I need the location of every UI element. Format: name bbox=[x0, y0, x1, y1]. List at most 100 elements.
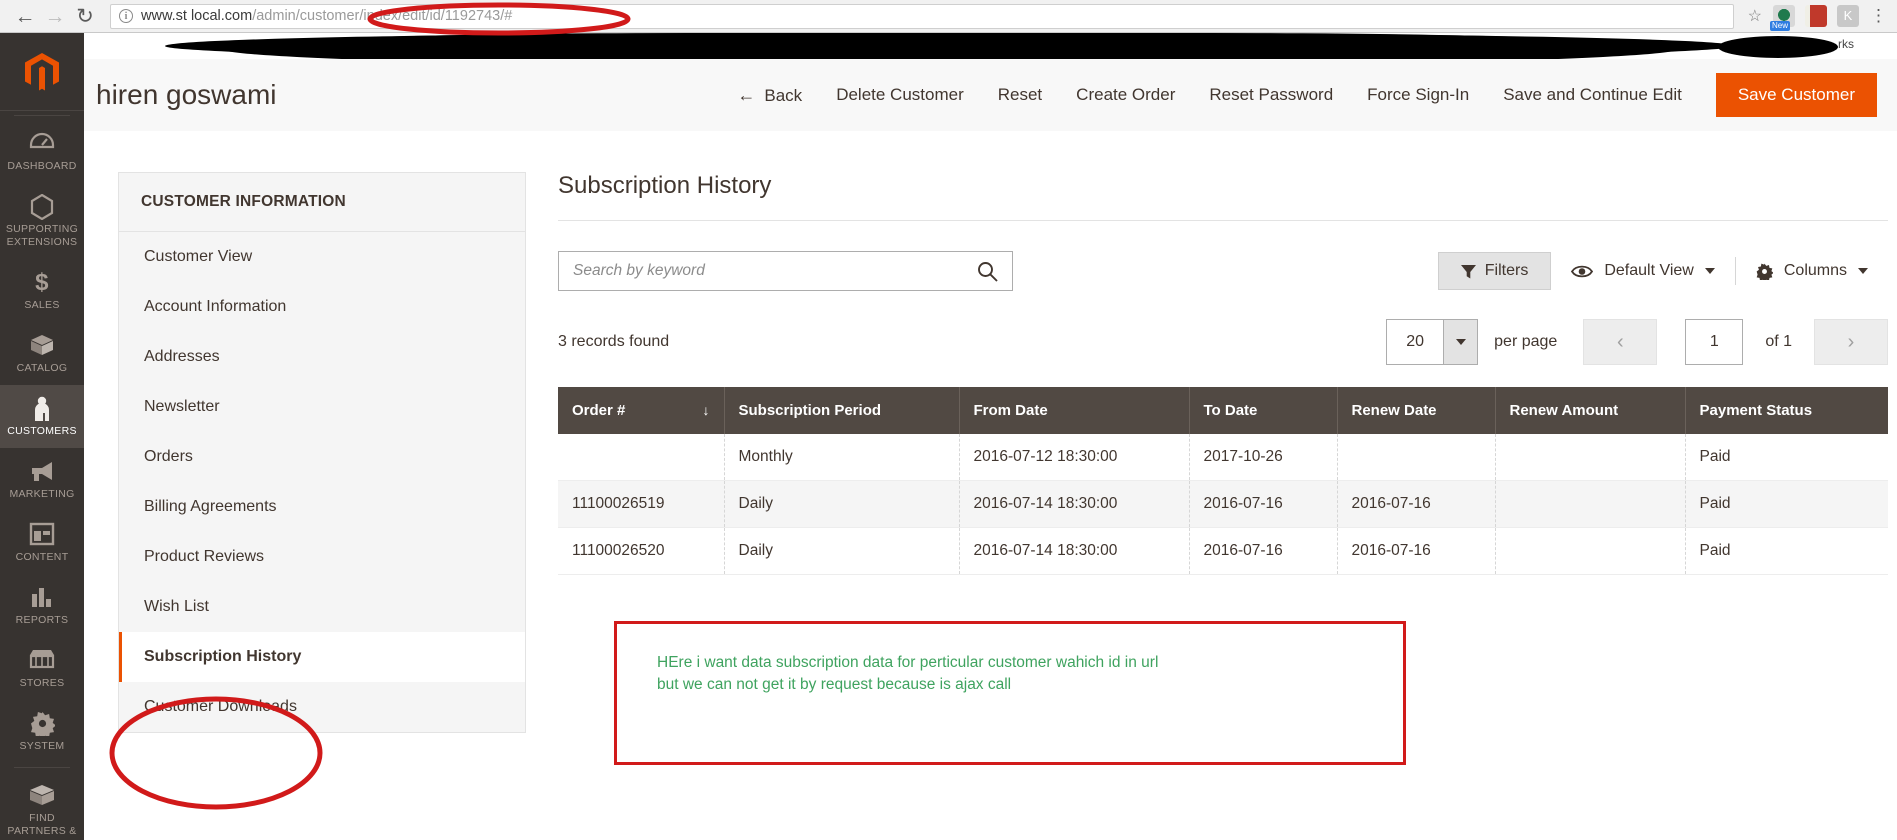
address-bar[interactable]: i www.st local.com/admin/customer/index/… bbox=[110, 3, 1734, 29]
per-page-select[interactable]: 20 bbox=[1386, 319, 1479, 365]
next-page-button[interactable]: › bbox=[1814, 319, 1888, 365]
sidebar-label: REPORTS bbox=[15, 614, 69, 626]
delete-customer-button[interactable]: Delete Customer bbox=[836, 85, 964, 105]
search-icon[interactable] bbox=[977, 261, 998, 282]
extension-icon-camera[interactable]: New bbox=[1770, 5, 1795, 31]
rail-divider-bottom bbox=[14, 767, 70, 768]
column-header-renew-date[interactable]: Renew Date bbox=[1337, 387, 1496, 434]
extension-icon-k[interactable]: K bbox=[1837, 5, 1859, 27]
sidebar-item-sales[interactable]: $ SALES bbox=[0, 259, 84, 322]
grid-toolbar-right: Filters Default View Columns bbox=[1437, 252, 1888, 290]
customer-information-title: CUSTOMER INFORMATION bbox=[119, 173, 525, 232]
grid-toolbar: Filters Default View Columns bbox=[558, 251, 1888, 291]
sidebar-item-stores[interactable]: STORES bbox=[0, 637, 84, 700]
title-divider bbox=[558, 220, 1888, 221]
funnel-icon bbox=[1460, 264, 1476, 278]
sidebar-item-find-partners[interactable]: FIND PARTNERS & EXTENSIONS bbox=[0, 772, 84, 840]
sidebar-label: SALES bbox=[24, 299, 60, 311]
page-title: hiren goswami bbox=[96, 79, 277, 110]
sidebar-label: CONTENT bbox=[15, 551, 69, 563]
customer-tab-customer-downloads[interactable]: Customer Downloads bbox=[119, 682, 525, 732]
customer-tab-customer-view[interactable]: Customer View bbox=[119, 232, 525, 282]
search-input[interactable] bbox=[573, 262, 977, 280]
cell-from-date: 2016-07-14 18:30:00 bbox=[959, 480, 1190, 528]
package-icon bbox=[2, 783, 82, 809]
cell-period: Daily bbox=[724, 527, 960, 575]
bookmarks-partial-label: rks bbox=[1838, 37, 1854, 51]
column-header-payment-status[interactable]: Payment Status bbox=[1685, 387, 1888, 434]
customer-tab-wish-list[interactable]: Wish List bbox=[119, 582, 525, 632]
customer-tab-product-reviews[interactable]: Product Reviews bbox=[119, 532, 525, 582]
customer-tab-newsletter[interactable]: Newsletter bbox=[119, 382, 525, 432]
annotation-callout-box: HEre i want data subscription data for p… bbox=[614, 621, 1406, 765]
chevron-down-icon bbox=[1858, 268, 1868, 274]
save-and-continue-edit-button[interactable]: Save and Continue Edit bbox=[1503, 85, 1682, 105]
table-row[interactable]: 11100026519 Daily 2016-07-14 18:30:00 20… bbox=[558, 480, 1888, 528]
column-header-to-date[interactable]: To Date bbox=[1189, 387, 1338, 434]
create-order-button[interactable]: Create Order bbox=[1076, 85, 1175, 105]
extension-icon-book[interactable] bbox=[1805, 5, 1827, 27]
info-icon[interactable]: i bbox=[119, 9, 133, 23]
sidebar-item-marketing[interactable]: MARKETING bbox=[0, 448, 84, 511]
table-row[interactable]: 11100026520 Daily 2016-07-14 18:30:00 20… bbox=[558, 527, 1888, 575]
columns-button[interactable]: Columns bbox=[1736, 253, 1888, 289]
default-view-button[interactable]: Default View bbox=[1551, 253, 1735, 289]
dollar-icon: $ bbox=[35, 269, 49, 296]
filters-button[interactable]: Filters bbox=[1437, 252, 1552, 290]
sidebar-item-content[interactable]: CONTENT bbox=[0, 511, 84, 574]
rail-divider-top bbox=[14, 115, 70, 116]
column-header-from-date[interactable]: From Date bbox=[959, 387, 1190, 434]
column-header-subscription-period[interactable]: Subscription Period bbox=[724, 387, 960, 434]
sidebar-item-customers[interactable]: CUSTOMERS bbox=[0, 385, 84, 448]
search-box[interactable] bbox=[558, 251, 1013, 291]
reset-button[interactable]: Reset bbox=[998, 85, 1042, 105]
back-icon[interactable]: ← bbox=[10, 1, 40, 31]
extension-new-badge: New bbox=[1770, 21, 1791, 31]
table-row[interactable]: Monthly 2016-07-12 18:30:00 2017-10-26 P… bbox=[558, 434, 1888, 481]
forward-icon[interactable]: → bbox=[40, 1, 70, 31]
chevron-down-icon[interactable] bbox=[1443, 320, 1478, 364]
kebab-menu-icon[interactable]: ⋮ bbox=[1870, 6, 1887, 26]
sidebar-item-system[interactable]: SYSTEM bbox=[0, 700, 84, 763]
table-body: Monthly 2016-07-12 18:30:00 2017-10-26 P… bbox=[558, 434, 1888, 575]
back-label: Back bbox=[764, 85, 803, 105]
reload-icon[interactable]: ↻ bbox=[70, 1, 100, 31]
sidebar-item-dashboard[interactable]: DASHBOARD bbox=[0, 120, 84, 183]
bar-chart-icon bbox=[2, 585, 82, 611]
gear-icon bbox=[2, 711, 82, 739]
column-header-renew-amount[interactable]: Renew Amount bbox=[1495, 387, 1686, 434]
annotation-line-2: but we can not get it by request because… bbox=[657, 676, 1012, 693]
box-icon bbox=[2, 333, 82, 359]
previous-page-button[interactable]: ‹ bbox=[1583, 319, 1658, 365]
star-icon[interactable]: ☆ bbox=[1748, 6, 1762, 26]
back-button[interactable]: ← Back bbox=[737, 85, 802, 106]
force-sign-in-button[interactable]: Force Sign-In bbox=[1367, 85, 1469, 105]
customer-tab-billing-agreements[interactable]: Billing Agreements bbox=[119, 482, 525, 532]
records-found-label: 3 records found bbox=[558, 333, 670, 350]
page-total-label: of 1 bbox=[1765, 333, 1792, 350]
sidebar-item-catalog[interactable]: CATALOG bbox=[0, 322, 84, 385]
column-header-order[interactable]: Order # ↓ bbox=[558, 387, 725, 434]
sidebar-label: STORES bbox=[19, 677, 65, 689]
page-header-actions: ← Back Delete Customer Reset Create Order… bbox=[737, 73, 1877, 117]
customer-tab-subscription-history[interactable]: Subscription History bbox=[119, 632, 525, 682]
cell-from-date: 2016-07-12 18:30:00 bbox=[959, 434, 1190, 481]
magento-logo[interactable] bbox=[0, 33, 84, 111]
customer-tab-orders[interactable]: Orders bbox=[119, 432, 525, 482]
cell-renew-date: 2016-07-16 bbox=[1337, 527, 1496, 575]
megaphone-icon bbox=[2, 459, 82, 485]
sidebar-item-reports[interactable]: REPORTS bbox=[0, 574, 84, 637]
reset-password-button[interactable]: Reset Password bbox=[1209, 85, 1333, 105]
sidebar-label: DASHBOARD bbox=[7, 160, 77, 172]
page-number-input[interactable]: 1 bbox=[1685, 319, 1744, 365]
cell-payment-status: Paid bbox=[1685, 480, 1888, 528]
screenshot-root: ← → ↻ i www.st local.com/admin/customer/… bbox=[0, 0, 1897, 840]
section-title: Subscription History bbox=[558, 172, 772, 199]
customer-tab-account-information[interactable]: Account Information bbox=[119, 282, 525, 332]
store-icon bbox=[2, 648, 82, 674]
cell-order: 11100026519 bbox=[558, 480, 725, 528]
sidebar-item-supporting-extensions[interactable]: SUPPORTING EXTENSIONS bbox=[0, 183, 84, 259]
columns-label: Columns bbox=[1783, 262, 1847, 279]
customer-tab-addresses[interactable]: Addresses bbox=[119, 332, 525, 382]
save-customer-button[interactable]: Save Customer bbox=[1715, 73, 1877, 117]
